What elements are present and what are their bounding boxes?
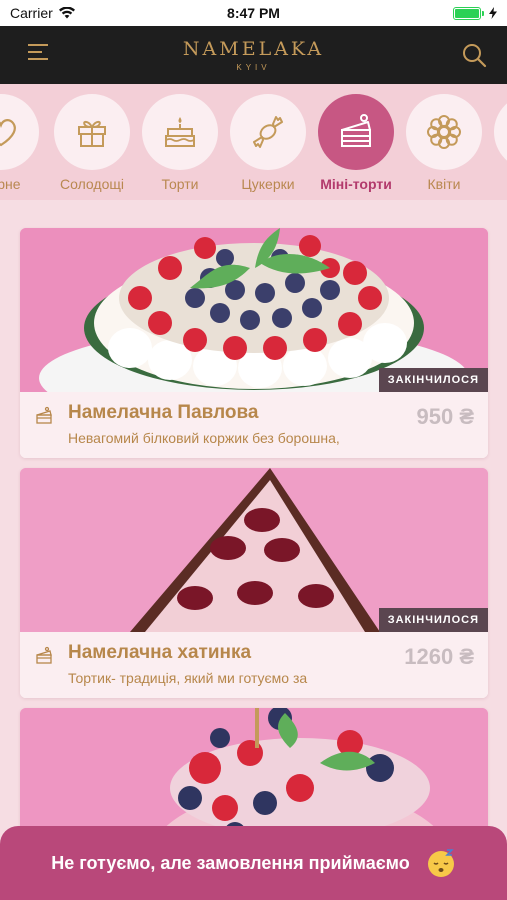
cake-icon bbox=[165, 117, 195, 147]
category-label: Міні-торти bbox=[320, 176, 392, 192]
bolt-icon bbox=[489, 7, 497, 19]
product-info: Намелачна хатинка Тортик- традиція, який… bbox=[20, 632, 488, 698]
cake-slice-icon bbox=[36, 646, 52, 664]
category-sweets[interactable]: Солодощі bbox=[49, 94, 135, 192]
product-feed[interactable]: ЗАКІНЧИЛОСЯ Намелачна Павлова Невагомий … bbox=[0, 200, 507, 900]
cake-slice-icon bbox=[341, 114, 371, 147]
banner-text: Не готуємо, але замовлення приймаємо bbox=[51, 852, 410, 873]
gift-icon bbox=[78, 120, 106, 147]
category-mini-cakes[interactable]: Міні-торти bbox=[313, 94, 399, 192]
product-info: Намелачна Павлова Невагомий білковий кор… bbox=[20, 392, 488, 458]
status-bar: Carrier 8:47 PM bbox=[0, 0, 507, 26]
category-label: Солодощі bbox=[60, 176, 124, 192]
closed-banner[interactable]: Не готуємо, але замовлення приймаємо bbox=[0, 826, 507, 900]
product-card[interactable]: ЗАКІНЧИЛОСЯ Намелачна хатинка Тортик- тр… bbox=[20, 468, 488, 698]
brand-logo[interactable]: NAMELAKA KYIV bbox=[183, 38, 324, 72]
clock: 8:47 PM bbox=[227, 5, 280, 21]
category-cakes[interactable]: Торти bbox=[137, 94, 223, 192]
brand-city: KYIV bbox=[236, 63, 271, 72]
hamburger-menu-icon[interactable] bbox=[28, 44, 50, 66]
battery-icon bbox=[453, 6, 484, 20]
category-popular[interactable]: лярне bbox=[0, 94, 44, 192]
pavlova-cake-photo: ЗАКІНЧИЛОСЯ bbox=[20, 228, 488, 392]
category-carousel[interactable]: лярне Солодощі Торти bbox=[0, 84, 507, 200]
product-price: 950 ₴ bbox=[416, 404, 475, 429]
app-header: NAMELAKA KYIV bbox=[0, 26, 507, 84]
carrier-label: Carrier bbox=[10, 5, 53, 21]
category-candies[interactable]: Цукерки bbox=[225, 94, 311, 192]
heart-icon bbox=[0, 119, 16, 147]
product-price: 1260 ₴ bbox=[404, 644, 474, 669]
category-label: Квіти bbox=[427, 176, 461, 192]
brand-name: NAMELAKA bbox=[182, 38, 325, 60]
sold-out-badge: ЗАКІНЧИЛОСЯ bbox=[378, 368, 488, 392]
flower-icon bbox=[427, 115, 461, 149]
sold-out-badge: ЗАКІНЧИЛОСЯ bbox=[378, 608, 488, 632]
category-label: Торти bbox=[161, 176, 199, 192]
search-icon[interactable] bbox=[461, 42, 487, 68]
category-label: Цукерки bbox=[241, 176, 295, 192]
product-card[interactable]: ЗАКІНЧИЛОСЯ Намелачна Павлова Невагомий … bbox=[20, 228, 488, 458]
cake-slice-icon bbox=[36, 406, 52, 424]
category-flowers[interactable]: Квіти bbox=[401, 94, 487, 192]
chocolate-house-cake-photo: ЗАКІНЧИЛОСЯ bbox=[20, 468, 488, 632]
status-right bbox=[453, 6, 497, 20]
status-left: Carrier bbox=[10, 5, 75, 21]
wifi-icon bbox=[58, 7, 75, 19]
sleeping-face-icon bbox=[427, 849, 454, 877]
product-description: Тортик- традиція, який ми готуємо за bbox=[68, 670, 308, 686]
product-title: Намелачна Павлова bbox=[68, 402, 259, 423]
category-label: лярне bbox=[0, 176, 21, 192]
candy-icon bbox=[253, 116, 283, 148]
product-description: Невагомий білковий коржик без борошна, bbox=[68, 430, 340, 446]
category-next[interactable] bbox=[489, 94, 507, 170]
